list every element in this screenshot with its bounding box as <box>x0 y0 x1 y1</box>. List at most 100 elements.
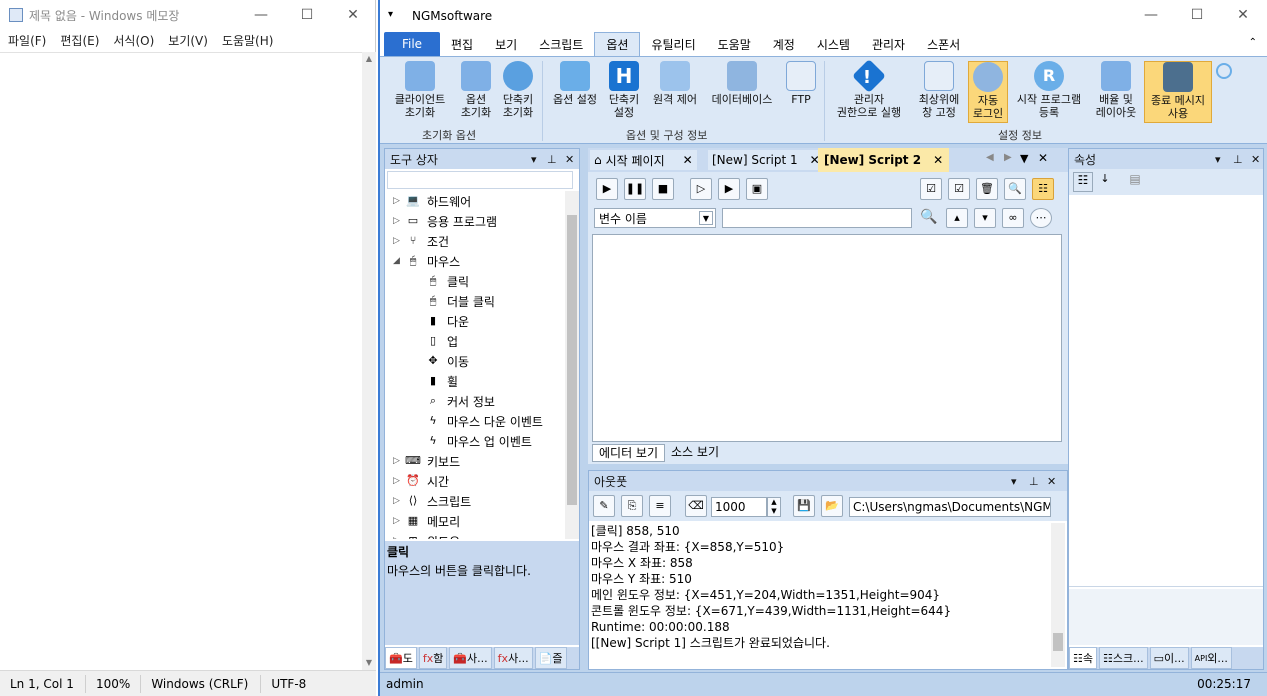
script-editor[interactable] <box>592 234 1062 442</box>
client-reset-button[interactable]: 클라이언트 초기화 <box>388 61 452 119</box>
auto-login-button[interactable]: 자동 로그인 <box>968 61 1008 123</box>
collapsed-arrow-icon[interactable]: ▷ <box>393 476 405 486</box>
property-pages-icon[interactable]: ▤ <box>1125 172 1145 192</box>
bottom-tab-user[interactable]: 🧰 사... <box>449 647 492 669</box>
bottom-tab-function[interactable]: fx 함 <box>418 647 448 669</box>
play-icon[interactable]: ▶ <box>596 178 618 200</box>
eraser-icon[interactable]: ⌫ <box>685 495 707 517</box>
variable-value-input[interactable] <box>722 208 912 228</box>
tab-account[interactable]: 계정 <box>762 32 806 56</box>
folder-icon[interactable]: 📂 <box>821 495 843 517</box>
tab-start-page[interactable]: ⌂ 시작 페이지 ✕ <box>590 150 697 170</box>
pin-icon[interactable]: ⊥ <box>547 153 557 166</box>
scroll-down-icon[interactable]: ▼ <box>362 656 376 670</box>
tab-scroll-left-icon[interactable]: ◀ <box>986 152 994 163</box>
menu-format[interactable]: 서식(O) <box>113 32 154 49</box>
variable-select[interactable]: 변수 이름 ▼ <box>594 208 716 228</box>
step-over-icon[interactable]: ▶ <box>718 178 740 200</box>
menu-help[interactable]: 도움말(H) <box>222 32 274 49</box>
tree-item[interactable]: ▷ 💻 하드웨어 <box>385 191 471 211</box>
startup-register-button[interactable]: R 시작 프로그램 등록 <box>1010 61 1088 119</box>
tree-item[interactable]: ▮ 휠 <box>385 371 458 391</box>
step-into-icon[interactable]: ▣ <box>746 178 768 200</box>
copy-icon[interactable]: ⎘ <box>621 495 643 517</box>
scale-layout-button[interactable]: 배율 및 레이아웃 <box>1090 61 1142 119</box>
ribbon-collapse-icon[interactable]: ⌃ <box>1249 37 1257 48</box>
collapsed-arrow-icon[interactable]: ▷ <box>393 536 405 539</box>
tree-item[interactable]: ▷⊞ 윈도우 <box>385 531 460 539</box>
exit-message-button[interactable]: 종료 메시지 사용 <box>1144 61 1212 123</box>
tree-item[interactable]: ▷ ⟨⟩ 스크립트 <box>385 491 471 511</box>
stop-icon[interactable]: ■ <box>652 178 674 200</box>
collapsed-arrow-icon[interactable]: ▷ <box>393 196 405 206</box>
tree-item[interactable]: ϟ 마우스 다운 이벤트 <box>385 411 543 431</box>
tree-item[interactable]: ▷ ⌨ 키보드 <box>385 451 460 471</box>
properties-grid[interactable] <box>1069 197 1263 587</box>
menu-view[interactable]: 보기(V) <box>168 32 208 49</box>
output-path-input[interactable]: C:\Users\ngmas\Documents\NGM6\ <box>849 497 1051 517</box>
close-icon[interactable]: ✕ <box>565 153 574 166</box>
toolbox-search-input[interactable] <box>387 171 573 189</box>
output-scrollbar[interactable] <box>1051 523 1065 667</box>
minimize-button[interactable]: — <box>238 0 284 30</box>
tab-script-2[interactable]: [New] Script 2 ✕ <box>818 148 950 172</box>
check-icon[interactable]: ☑ <box>948 178 970 200</box>
bottom-tab-external[interactable]: API 외... <box>1190 647 1232 669</box>
tree-item[interactable]: ✥ 이동 <box>385 351 469 371</box>
notepad-vertical-scrollbar[interactable]: ▲ ▼ <box>362 52 376 670</box>
collapsed-arrow-icon[interactable]: ▷ <box>393 516 405 526</box>
categorized-icon[interactable]: ☷ <box>1073 172 1093 192</box>
close-tab-icon[interactable]: ✕ <box>933 153 943 167</box>
close-tab-icon[interactable]: ✕ <box>683 153 693 167</box>
close-icon[interactable]: ✕ <box>1251 153 1260 166</box>
tab-edit[interactable]: 편집 <box>440 32 484 56</box>
move-up-icon[interactable]: ▴ <box>946 208 968 228</box>
tab-file[interactable]: File <box>384 32 440 56</box>
dropdown-icon[interactable]: ▾ <box>1215 153 1221 166</box>
tab-script-1[interactable]: [New] Script 1 ✕ <box>708 150 824 170</box>
tree-view-icon[interactable]: ☷ <box>1032 178 1054 200</box>
tab-list-icon[interactable]: ▼ <box>1020 152 1028 165</box>
line-count-input[interactable]: 1000 <box>711 497 767 517</box>
notepad-text-area[interactable] <box>0 52 362 670</box>
ngm-maximize-button[interactable]: ☐ <box>1174 0 1220 30</box>
tab-options[interactable]: 옵션 <box>594 32 641 56</box>
settings-gear-icon[interactable] <box>1216 63 1232 79</box>
search-icon[interactable]: 🔍 <box>1004 178 1026 200</box>
save-icon[interactable]: 💾 <box>793 495 815 517</box>
remote-control-button[interactable]: 원격 제어 <box>646 61 704 106</box>
sort-alpha-icon[interactable]: ↓ <box>1095 172 1115 192</box>
ngm-minimize-button[interactable]: — <box>1128 0 1174 30</box>
collapsed-arrow-icon[interactable]: ▷ <box>393 456 405 466</box>
ftp-button[interactable]: FTP <box>782 61 820 106</box>
tab-help[interactable]: 도움말 <box>707 32 762 56</box>
tree-item[interactable]: ▷ ⑂ 조건 <box>385 231 449 251</box>
close-button[interactable]: ✕ <box>330 0 376 30</box>
bottom-tab-user-function[interactable]: fx 사... <box>493 647 533 669</box>
move-down-icon[interactable]: ▾ <box>974 208 996 228</box>
tab-scroll-right-icon[interactable]: ▶ <box>1004 152 1012 163</box>
collapsed-arrow-icon[interactable]: ▷ <box>393 496 405 506</box>
tree-item[interactable]: ▷ ▭ 응용 프로그램 <box>385 211 497 231</box>
tab-source-view[interactable]: 소스 보기 <box>665 444 725 462</box>
tab-script[interactable]: 스크립트 <box>528 32 594 56</box>
chevron-down-icon[interactable]: ▼ <box>699 211 713 225</box>
check-all-icon[interactable]: ☑ <box>920 178 942 200</box>
run-as-admin-button[interactable]: ! 관리자 권한으로 실행 <box>828 59 910 119</box>
ngm-close-button[interactable]: ✕ <box>1220 0 1266 30</box>
step-play-icon[interactable]: ▷ <box>690 178 712 200</box>
bottom-tab-properties[interactable]: ☷ 속 <box>1069 647 1097 669</box>
shortcut-setting-button[interactable]: H 단축키 설정 <box>604 61 644 119</box>
tree-item[interactable]: 🖱 클릭 <box>385 271 469 291</box>
tree-item[interactable]: ▷ ⏰ 시간 <box>385 471 449 491</box>
pin-icon[interactable]: ⊥ <box>1233 153 1243 166</box>
options-setting-button[interactable]: 옵션 설정 <box>546 61 604 106</box>
dropdown-icon[interactable]: ▾ <box>531 153 537 166</box>
count-stepper[interactable]: ▲ ▼ <box>767 497 781 517</box>
list-icon[interactable]: ≡ <box>649 495 671 517</box>
bottom-tab-toolbox[interactable]: 🧰 도 <box>385 647 417 669</box>
toolbox-scrollbar[interactable] <box>565 191 579 539</box>
close-icon[interactable]: ✕ <box>1047 475 1056 488</box>
menu-file[interactable]: 파일(F) <box>8 32 46 49</box>
bottom-tab-script[interactable]: ☷ 스크... <box>1099 647 1148 669</box>
